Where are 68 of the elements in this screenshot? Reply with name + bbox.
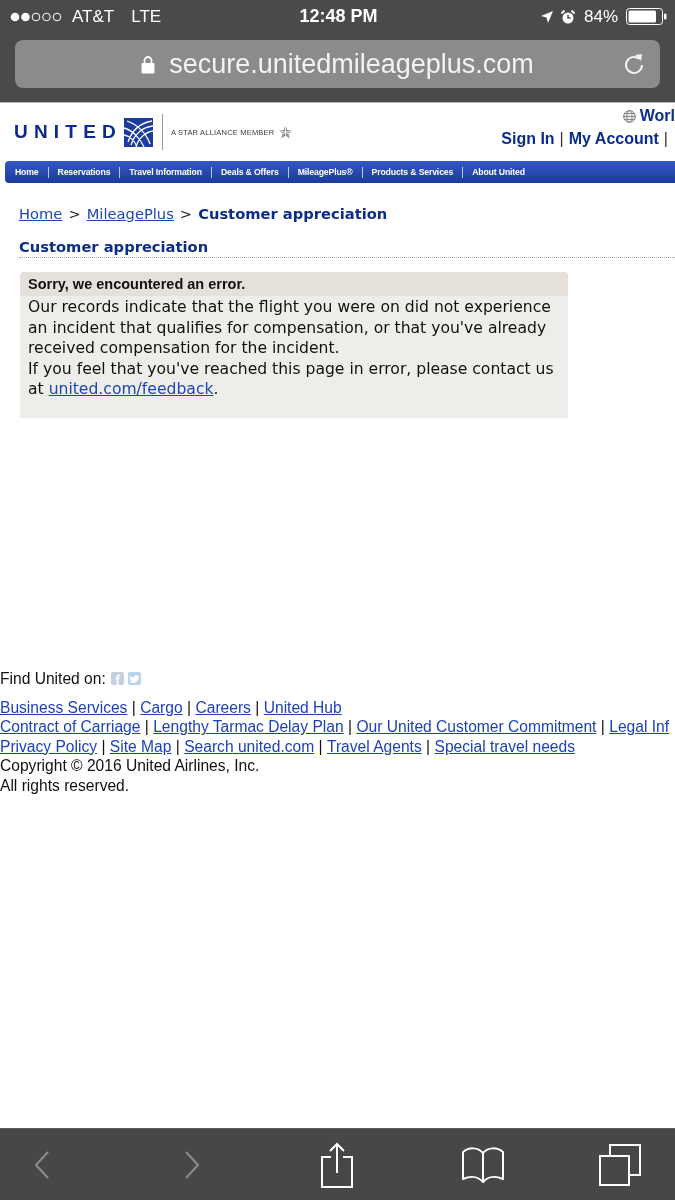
footer-link[interactable]: Legal Inf bbox=[609, 718, 670, 736]
social-label: Find United on: bbox=[0, 669, 106, 688]
link-separator: | bbox=[426, 737, 431, 755]
link-separator: | bbox=[347, 718, 352, 736]
feedback-link[interactable]: united.com/feedback bbox=[48, 380, 214, 398]
link-separator: | bbox=[175, 737, 180, 755]
copyright-text: Copyright © 2016 United Airlines, Inc. bbox=[0, 756, 261, 776]
nav-link[interactable]: Travel Information bbox=[119, 166, 211, 178]
nav-link[interactable]: Products & Services bbox=[361, 166, 463, 178]
nav-link[interactable]: Deals & Offers bbox=[210, 166, 288, 178]
breadcrumb-separator: > bbox=[179, 205, 193, 222]
footer-link[interactable]: Careers bbox=[195, 698, 251, 716]
footer-link[interactable]: Lengthy Tarmac Delay Plan bbox=[153, 718, 344, 736]
error-title: Sorry, we encountered an error. bbox=[20, 272, 568, 296]
alarm-clock-icon bbox=[560, 9, 575, 24]
account-link[interactable]: Sign In bbox=[501, 130, 555, 148]
nav-link[interactable]: Home bbox=[6, 166, 48, 178]
link-separator: | bbox=[101, 737, 106, 755]
link-separator: | bbox=[318, 737, 323, 755]
breadcrumb-link[interactable]: Home bbox=[19, 205, 63, 222]
logo-wordmark[interactable]: UNITED bbox=[14, 121, 122, 143]
link-separator: | bbox=[559, 130, 564, 148]
star-icon bbox=[278, 125, 294, 139]
clock-text: 12:48 PM bbox=[299, 6, 378, 27]
network-text: LTE bbox=[131, 6, 162, 27]
globe-icon bbox=[622, 109, 636, 123]
location-arrow-icon bbox=[540, 10, 553, 23]
link-separator: | bbox=[663, 130, 668, 148]
footer-link[interactable]: Site Map bbox=[109, 737, 172, 755]
footer-link[interactable]: Contract of Carriage bbox=[0, 718, 141, 736]
breadcrumb-separator: > bbox=[68, 205, 81, 222]
nav-link[interactable]: Reservations bbox=[47, 166, 120, 178]
link-separator: | bbox=[187, 698, 192, 716]
carrier-text: AT&T bbox=[72, 6, 115, 27]
facebook-icon[interactable] bbox=[110, 672, 124, 685]
footer-link[interactable]: Special travel needs bbox=[434, 737, 575, 755]
breadcrumb-current: Customer appreciation bbox=[198, 205, 388, 222]
page-title: Customer appreciation bbox=[19, 238, 675, 258]
globe-logo-icon bbox=[123, 117, 153, 147]
error-message: If you feel that you've reached this page in error, please contact us at united.com/feedback. bbox=[27, 358, 555, 400]
link-separator: | bbox=[255, 698, 260, 716]
footer-link[interactable]: Privacy Policy bbox=[0, 737, 98, 755]
book-icon[interactable] bbox=[461, 1144, 505, 1185]
footer-link[interactable]: Our United Customer Commitment bbox=[356, 718, 597, 736]
url-text: secure.unitedmileageplus.com bbox=[169, 48, 534, 80]
footer-link[interactable]: Cargo bbox=[140, 698, 183, 716]
link-separator: | bbox=[131, 698, 136, 716]
footer-link[interactable]: Business Services bbox=[0, 698, 128, 716]
copyright-text: All rights reserved. bbox=[0, 775, 131, 796]
link-separator: | bbox=[600, 718, 605, 736]
footer-link[interactable]: United Hub bbox=[263, 698, 342, 716]
twitter-icon[interactable] bbox=[127, 672, 141, 685]
footer-link[interactable]: Travel Agents bbox=[327, 737, 422, 755]
battery-icon bbox=[626, 8, 667, 25]
lock-icon bbox=[141, 54, 156, 74]
breadcrumb-link[interactable]: MileagePlus bbox=[86, 205, 174, 222]
account-link[interactable]: My Account bbox=[568, 130, 659, 148]
share-icon[interactable] bbox=[320, 1141, 354, 1188]
nav-link[interactable]: MileagePlus® bbox=[287, 166, 362, 178]
language-link[interactable]: Worl bbox=[639, 107, 675, 125]
nav-link[interactable]: About United bbox=[462, 166, 534, 178]
link-separator: | bbox=[144, 718, 149, 736]
error-message: Our records indicate that the flight you were on did not experience an incident that qualifies for compensation, or that you've already received compensation for the incident. bbox=[27, 297, 552, 359]
signal-icon bbox=[10, 11, 63, 22]
tabs-icon[interactable] bbox=[599, 1143, 641, 1186]
footer-link[interactable]: Search united.com bbox=[184, 737, 315, 755]
battery-percent-text: 84% bbox=[583, 6, 618, 27]
reload-icon[interactable] bbox=[623, 52, 645, 76]
